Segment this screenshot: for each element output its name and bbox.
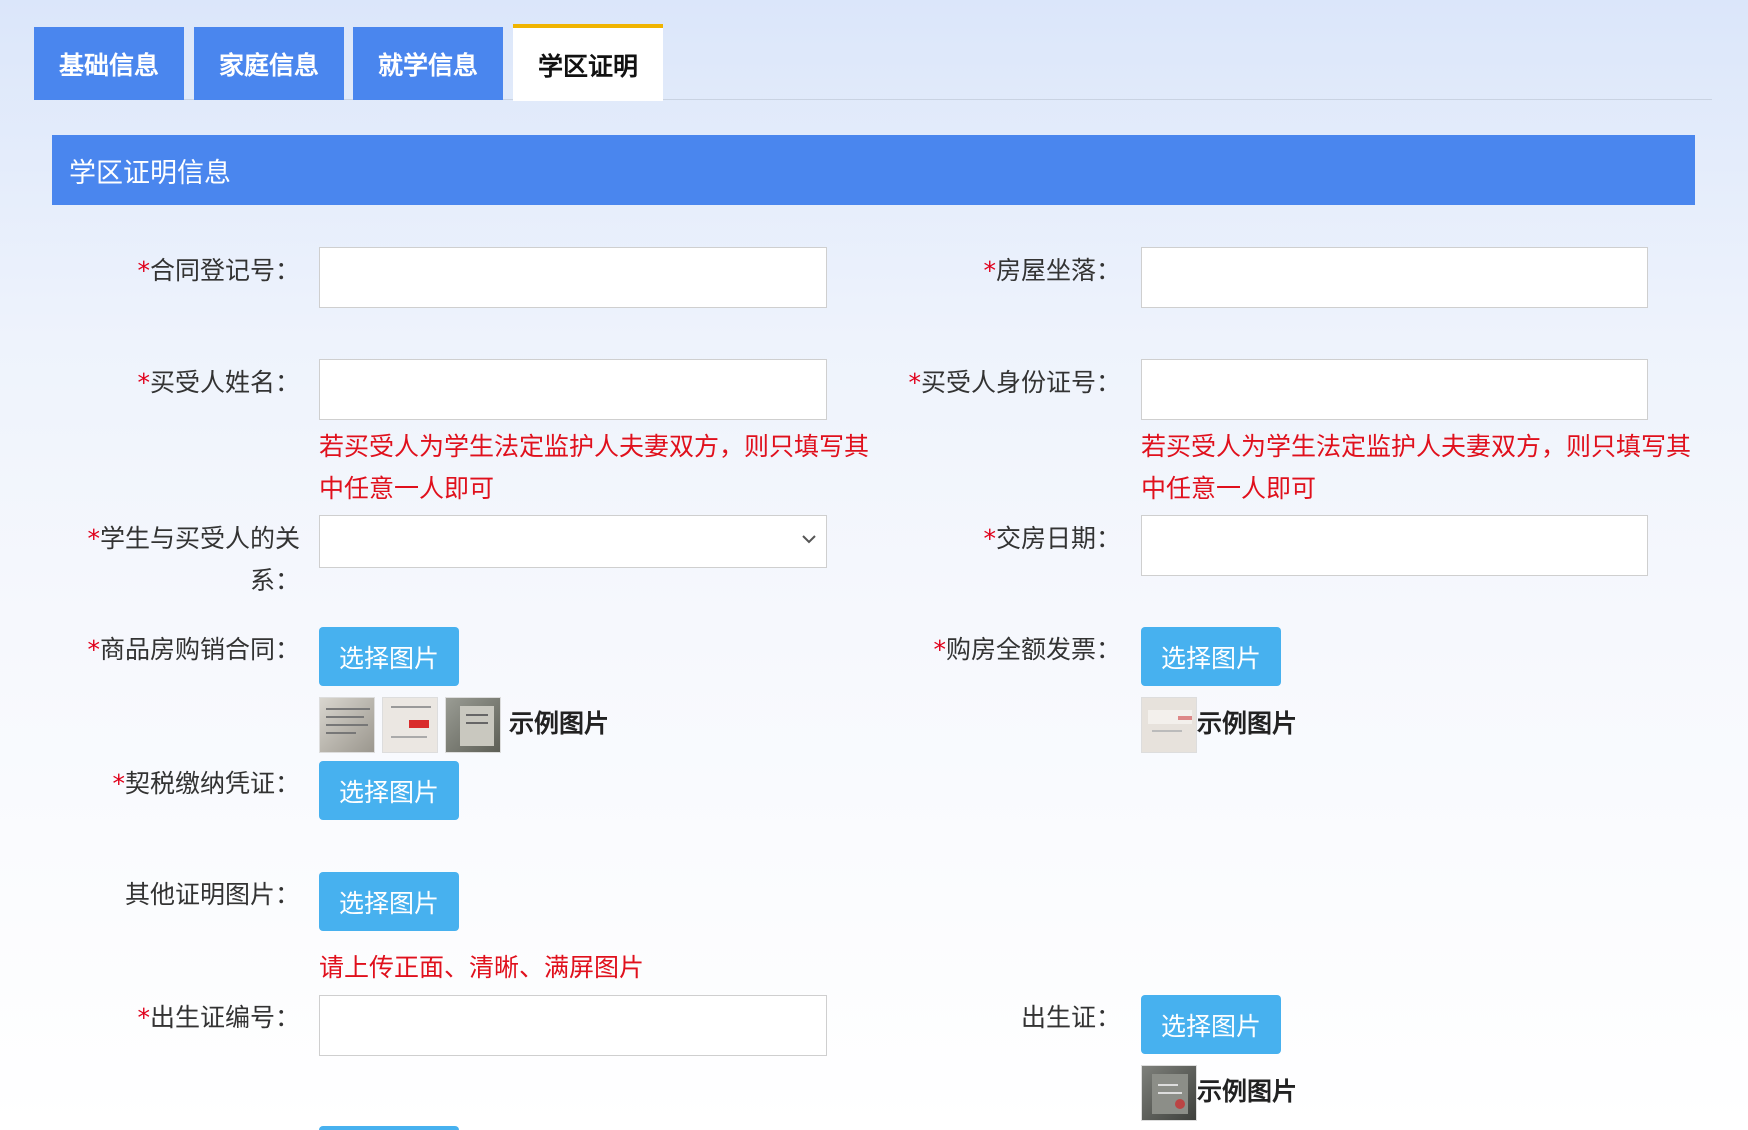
tab-basic-info[interactable]: 基础信息 bbox=[34, 27, 184, 100]
buyer-id-input[interactable] bbox=[1141, 359, 1648, 420]
relation-select[interactable] bbox=[319, 515, 827, 568]
other-proof-choose-button[interactable]: 选择图片 bbox=[319, 872, 459, 931]
example-label: 示例图片 bbox=[1197, 1077, 1298, 1106]
required-mark: * bbox=[137, 256, 150, 285]
sales-contract-choose-button[interactable]: 选择图片 bbox=[319, 627, 459, 686]
required-mark: * bbox=[983, 524, 996, 553]
buyer-name-label: *买受人姓名： bbox=[137, 368, 300, 397]
invoice-label: *购房全额发票： bbox=[933, 635, 1121, 664]
required-mark: * bbox=[908, 368, 921, 397]
required-mark: * bbox=[933, 635, 946, 664]
section-header: 学区证明信息 bbox=[52, 135, 1695, 205]
sample-thumbnail[interactable] bbox=[382, 697, 438, 753]
sample-thumbnail[interactable] bbox=[1141, 1065, 1197, 1121]
contract-sample-1-icon bbox=[326, 708, 370, 734]
required-mark: * bbox=[87, 524, 100, 553]
tax-voucher-choose-button[interactable]: 选择图片 bbox=[319, 761, 459, 820]
example-label: 示例图片 bbox=[509, 709, 610, 738]
invoice-sample-icon bbox=[1148, 710, 1192, 732]
delivery-date-label: *交房日期： bbox=[983, 524, 1121, 553]
required-mark: * bbox=[137, 1003, 150, 1032]
birth-cert-label: 出生证： bbox=[1020, 1003, 1121, 1032]
tab-family-info[interactable]: 家庭信息 bbox=[194, 27, 344, 100]
chevron-down-icon bbox=[802, 535, 816, 544]
birth-cert-no-label: *出生证编号： bbox=[137, 1003, 300, 1032]
relation-label: *学生与买受人的关 系： bbox=[87, 524, 300, 595]
example-label: 示例图片 bbox=[1197, 709, 1298, 738]
buyer-name-input[interactable] bbox=[319, 359, 827, 420]
house-location-input[interactable] bbox=[1141, 247, 1648, 308]
tab-school-district-proof[interactable]: 学区证明 bbox=[513, 24, 663, 101]
house-location-label: *房屋坐落： bbox=[983, 256, 1121, 285]
delivery-date-input[interactable] bbox=[1141, 515, 1648, 576]
required-mark: * bbox=[112, 769, 125, 798]
buyer-id-hint: 若买受人为学生法定监护人夫妻双方，则只填写其 中任意一人即可 bbox=[1141, 432, 1692, 503]
invoice-choose-button[interactable]: 选择图片 bbox=[1141, 627, 1281, 686]
next-choose-button-partial[interactable] bbox=[319, 1126, 459, 1130]
buyer-name-hint: 若买受人为学生法定监护人夫妻双方，则只填写其 中任意一人即可 bbox=[319, 432, 870, 503]
upload-hint: 请上传正面、清晰、满屏图片 bbox=[319, 953, 645, 982]
required-mark: * bbox=[983, 256, 996, 285]
sample-thumbnail[interactable] bbox=[319, 697, 375, 753]
sales-contract-label: *商品房购销合同： bbox=[87, 635, 300, 664]
birth-cert-sample-icon bbox=[1152, 1074, 1188, 1114]
required-mark: * bbox=[87, 635, 100, 664]
contract-sample-2-icon bbox=[391, 706, 431, 738]
sample-thumbnail[interactable] bbox=[1141, 697, 1197, 753]
tax-voucher-label: *契税缴纳凭证： bbox=[112, 769, 300, 798]
other-proof-label: 其他证明图片： bbox=[124, 880, 300, 909]
birth-cert-choose-button[interactable]: 选择图片 bbox=[1141, 995, 1281, 1054]
buyer-id-label: *买受人身份证号： bbox=[908, 368, 1121, 397]
contract-sample-3-icon bbox=[460, 706, 494, 746]
section-title: 学区证明信息 bbox=[69, 157, 231, 189]
tab-bar: 基础信息 家庭信息 就学信息 学区证明 bbox=[34, 24, 1712, 101]
birth-cert-no-input[interactable] bbox=[319, 995, 827, 1056]
required-mark: * bbox=[137, 368, 150, 397]
contract-no-input[interactable] bbox=[319, 247, 827, 308]
contract-no-label: *合同登记号： bbox=[137, 256, 300, 285]
tab-school-info[interactable]: 就学信息 bbox=[353, 27, 503, 100]
sample-thumbnail[interactable] bbox=[445, 697, 501, 753]
